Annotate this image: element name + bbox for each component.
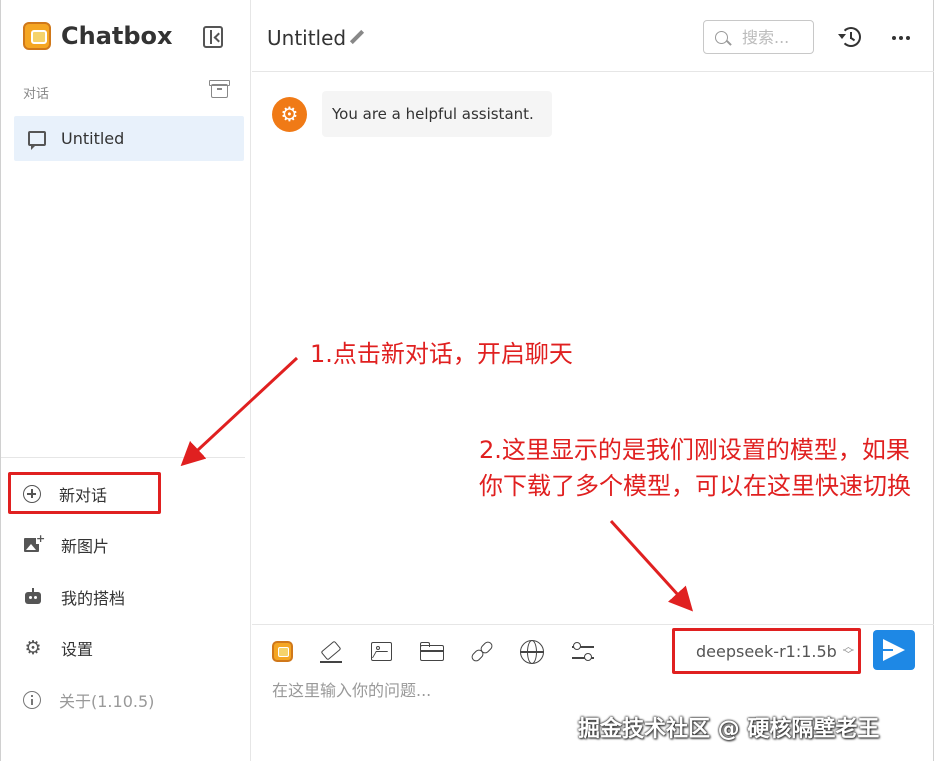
add-image-icon: + bbox=[23, 533, 46, 555]
my-copilots-button[interactable]: 我的搭档 bbox=[23, 582, 125, 612]
brand: Chatbox bbox=[23, 22, 173, 50]
about-label: 关于(1.10.5) bbox=[59, 692, 155, 711]
chatbox-logo-icon bbox=[23, 22, 51, 50]
system-message: You are a helpful assistant. bbox=[322, 91, 552, 137]
search-icon bbox=[715, 30, 728, 44]
settings-button[interactable]: ⚙ 设置 bbox=[23, 633, 93, 663]
sidebar-divider bbox=[1, 457, 245, 458]
conversations-section-label: 对话 bbox=[23, 87, 50, 102]
settings-label: 设置 bbox=[61, 640, 94, 659]
image-icon[interactable] bbox=[369, 639, 395, 665]
annotation-new-chat: 1.点击新对话，开启聊天 bbox=[310, 340, 573, 368]
archive-icon[interactable] bbox=[209, 80, 230, 98]
model-name: deepseek-r1:1.5b bbox=[696, 641, 837, 661]
link-icon[interactable] bbox=[469, 639, 495, 665]
chat-header: Untitled bbox=[252, 0, 934, 72]
watermark: 掘金技术社区 @ 硬核隔壁老王 bbox=[578, 717, 880, 742]
brand-name: Chatbox bbox=[61, 22, 173, 50]
history-arrow-icon bbox=[838, 34, 846, 39]
more-options-icon[interactable] bbox=[892, 36, 910, 40]
chat-bubble-icon bbox=[28, 131, 46, 150]
conversation-item[interactable]: Untitled bbox=[14, 116, 244, 161]
annotation-model: 2.这里显示的是我们刚设置的模型，如果你下载了多个模型，可以在这里快速切换 bbox=[479, 436, 911, 500]
my-copilots-label: 我的搭档 bbox=[61, 589, 126, 608]
main-panel: Untitled ⚙ You are a helpful assistant. … bbox=[252, 0, 934, 761]
model-select[interactable]: deepseek-r1:1.5b ︿ ﹀ bbox=[672, 628, 861, 674]
new-chat-highlight-box bbox=[8, 472, 161, 514]
conversation-label: Untitled bbox=[61, 129, 125, 148]
search-input[interactable] bbox=[742, 27, 812, 47]
about-button[interactable]: 关于(1.10.5) bbox=[23, 685, 154, 715]
sidebar: Chatbox 对话 Untitled 新对话 + 新图片 我的搭档 ⚙ 设置 … bbox=[1, 0, 251, 761]
message-input[interactable] bbox=[272, 681, 652, 700]
chatbox-logo-icon[interactable] bbox=[270, 639, 296, 665]
new-image-button[interactable]: + 新图片 bbox=[23, 530, 109, 560]
collapse-sidebar-icon[interactable] bbox=[203, 26, 223, 48]
app-window: Chatbox 对话 Untitled 新对话 + 新图片 我的搭档 ⚙ 设置 … bbox=[0, 0, 934, 761]
gear-icon: ⚙ bbox=[24, 637, 42, 659]
system-avatar-gear-icon: ⚙ bbox=[272, 97, 307, 132]
chat-title: Untitled bbox=[267, 26, 347, 50]
eraser-icon[interactable] bbox=[318, 639, 344, 665]
folder-icon[interactable] bbox=[419, 639, 445, 665]
info-icon bbox=[23, 691, 41, 709]
select-chevrons-icon: ︿ ﹀ bbox=[842, 640, 854, 661]
robot-icon bbox=[23, 587, 43, 607]
globe-icon[interactable] bbox=[519, 639, 545, 665]
sliders-icon[interactable] bbox=[570, 639, 596, 665]
search-box[interactable] bbox=[703, 20, 814, 54]
edit-title-icon[interactable] bbox=[350, 30, 364, 44]
send-button[interactable] bbox=[873, 630, 915, 670]
new-image-label: 新图片 bbox=[61, 537, 110, 556]
